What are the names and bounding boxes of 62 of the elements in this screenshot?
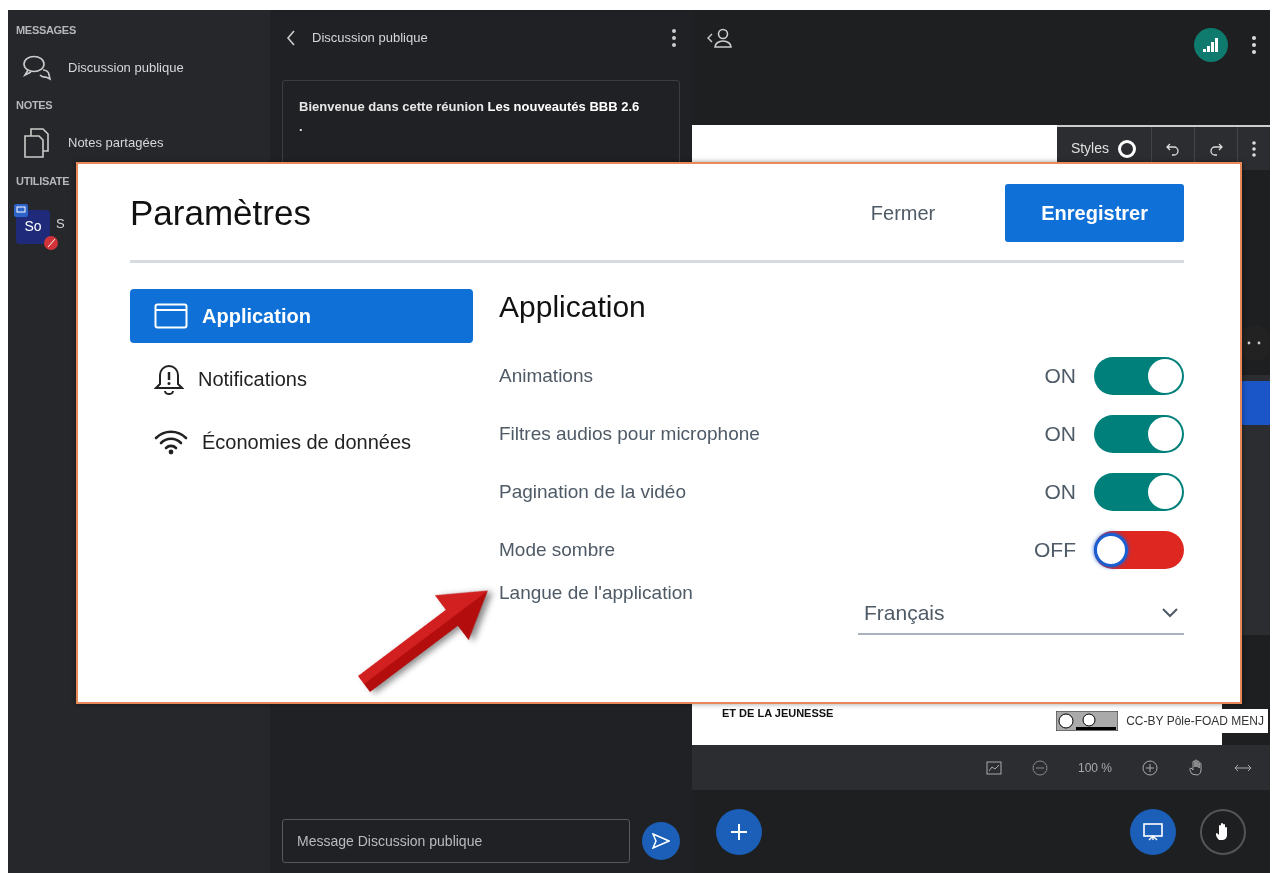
chat-title: Discussion publique [312, 29, 428, 48]
toggle-switch[interactable] [1094, 531, 1184, 569]
toggle-state-text: OFF [1034, 537, 1076, 564]
settings-tab[interactable]: Économies de données [130, 415, 473, 469]
language-select[interactable]: Français [858, 593, 1184, 635]
settings-tab[interactable]: Application [130, 289, 473, 343]
save-button[interactable]: Enregistrer [1005, 184, 1184, 242]
section-heading: UTILISATE [16, 174, 71, 189]
toggle-switch[interactable] [1094, 415, 1184, 453]
ring-icon [1117, 138, 1137, 159]
send-icon [652, 833, 670, 849]
avatar-initials: So [24, 217, 42, 236]
chart-icon[interactable] [985, 760, 1002, 775]
setting-label: Langue de l'application [499, 581, 694, 605]
setting-label: Mode sombre [499, 537, 617, 562]
redo-icon[interactable] [1209, 141, 1223, 156]
chevron-down-icon [1162, 607, 1178, 618]
zoom-level: 100 % [1077, 759, 1112, 777]
connection-status[interactable] [1194, 28, 1228, 62]
user-list-toggle-icon[interactable] [706, 28, 732, 48]
actions-button[interactable] [716, 808, 762, 855]
license-text: CC-BY Pôle-FOAD MENJ [1126, 713, 1264, 730]
toggle-switch[interactable] [1094, 473, 1184, 511]
back-icon[interactable] [286, 30, 296, 46]
muted-microphone-icon [44, 235, 58, 250]
toggle-state-text: ON [1044, 479, 1076, 506]
bell-icon [154, 363, 184, 395]
toggle-state-text: ON [1044, 421, 1076, 448]
more-options-icon[interactable] [1252, 36, 1256, 54]
fit-width-icon[interactable] [1234, 762, 1252, 773]
section-heading: MESSAGES [16, 23, 77, 38]
hand-icon[interactable] [1188, 759, 1204, 776]
zoom-out-icon[interactable] [1031, 759, 1048, 776]
sidebar-item[interactable]: S [56, 213, 65, 234]
more-options-icon[interactable] [672, 29, 676, 47]
setting-label: Pagination de la vidéo [499, 479, 687, 504]
raise-hand-button[interactable] [1200, 808, 1246, 855]
sidebar-item[interactable]: Discussion publique [68, 57, 184, 78]
setting-label: Animations [499, 363, 594, 388]
plus-icon [730, 822, 748, 841]
settings-tab[interactable]: Notifications [130, 351, 473, 407]
toggle-switch[interactable] [1094, 357, 1184, 395]
slide-text: ET DE LA JEUNESSE [722, 705, 834, 721]
message-input[interactable]: Message Discussion publique [282, 819, 630, 863]
toggle-state-text: ON [1044, 363, 1076, 390]
presentation-button[interactable] [1130, 808, 1176, 855]
wifi-icon [154, 429, 188, 455]
sidebar-item[interactable]: Notes partagées [68, 133, 164, 153]
window-icon [154, 303, 188, 329]
presenter-icon [14, 203, 28, 217]
styles-label: Styles [1070, 139, 1109, 158]
close-button[interactable]: Fermer [834, 184, 972, 242]
more-options-icon[interactable] [1252, 140, 1256, 157]
presentation-screen-icon [1143, 822, 1163, 841]
undo-icon[interactable] [1166, 141, 1180, 156]
send-button[interactable] [642, 822, 680, 860]
section-title: Application [499, 289, 647, 325]
signal-bars-icon [1203, 38, 1219, 52]
documents-icon [22, 127, 52, 159]
zoom-in-icon[interactable] [1142, 759, 1158, 776]
section-heading: NOTES [16, 97, 54, 113]
setting-label: Filtres audios pour microphone [499, 421, 761, 446]
